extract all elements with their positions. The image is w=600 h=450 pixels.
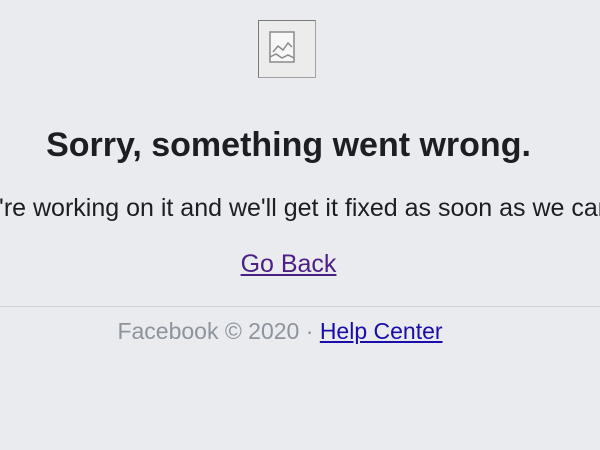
broken-image-icon: [258, 20, 316, 78]
go-back-container: Go Back: [0, 250, 577, 279]
error-page: Sorry, something went wrong. We're worki…: [0, 0, 600, 450]
help-center-link[interactable]: Help Center: [320, 318, 443, 344]
error-title: Sorry, something went wrong.: [46, 126, 531, 164]
go-back-link[interactable]: Go Back: [241, 250, 337, 278]
footer: Facebook © 2020 · Help Center: [0, 318, 560, 345]
divider: [0, 306, 600, 307]
copyright-text: Facebook © 2020: [117, 318, 300, 344]
footer-separator: ·: [305, 318, 314, 344]
error-message-container: We're working on it and we'll get it fix…: [0, 194, 600, 230]
error-message: We're working on it and we'll get it fix…: [0, 194, 600, 222]
